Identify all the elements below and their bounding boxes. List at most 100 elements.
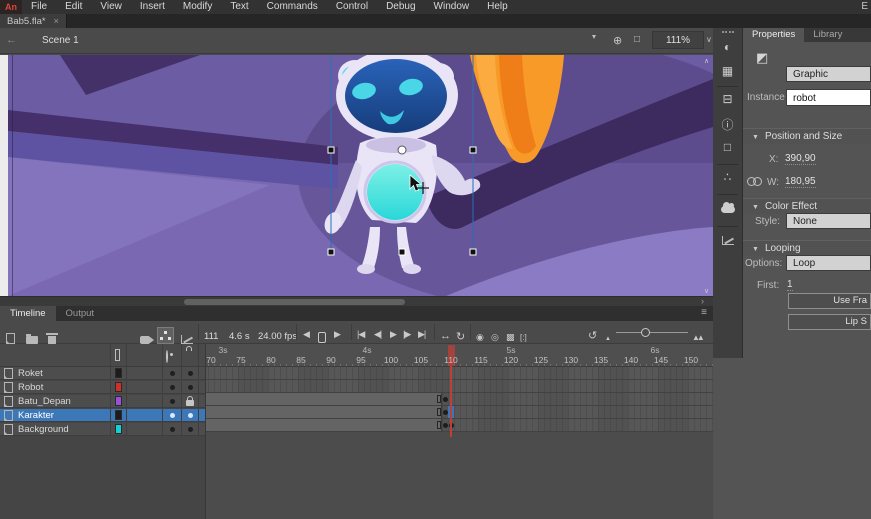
tab-properties[interactable]: Properties	[743, 28, 804, 42]
span-end-marker[interactable]	[437, 395, 441, 403]
menu-text[interactable]: Text	[221, 0, 257, 14]
stage-horizontal-scrollbar[interactable]: ›	[0, 296, 713, 306]
step-back-button[interactable]: ◀	[303, 323, 309, 345]
zoom-dropdown-caret-icon[interactable]: ∨	[706, 35, 712, 44]
menu-debug[interactable]: Debug	[377, 0, 424, 14]
symbol-type-dropdown[interactable]: Graphic	[786, 66, 871, 82]
play-button[interactable]: ▶	[390, 323, 396, 345]
tab-output[interactable]: Output	[56, 306, 105, 321]
stage-zoom-level[interactable]: 111%	[652, 31, 704, 49]
layer-visibility-toggle[interactable]	[170, 427, 175, 432]
playhead-line[interactable]	[450, 366, 452, 437]
layer-row-robot[interactable]: Robot	[0, 381, 205, 394]
layer-visibility-toggle[interactable]	[170, 413, 175, 418]
stage-pasteboard[interactable]: ∧ ∨	[0, 55, 713, 296]
frame-track-robot[interactable]	[206, 380, 713, 393]
lip-syncing-button[interactable]: Lip S	[788, 314, 871, 330]
frame-view-slider-track[interactable]	[616, 332, 688, 333]
info-panel-icon[interactable]: ⓘ	[713, 116, 742, 133]
center-stage-icon[interactable]: ⊕	[613, 34, 622, 47]
scrollbar-thumb[interactable]	[184, 299, 405, 305]
next-frame-button[interactable]: |▶	[403, 323, 410, 345]
section-color-effect[interactable]: ▼Color Effect	[743, 198, 871, 214]
back-arrow-icon[interactable]: ←	[6, 34, 17, 46]
frame-span[interactable]	[206, 406, 442, 418]
panel-menu-icon[interactable]: ≡	[701, 307, 707, 318]
color-panel-icon[interactable]: ◐	[713, 40, 742, 54]
dock-grip-icon[interactable]	[722, 31, 734, 34]
frame-span[interactable]	[206, 419, 442, 431]
layer-visibility-toggle[interactable]	[170, 371, 175, 376]
cc-libraries-panel-icon[interactable]	[713, 202, 742, 216]
swatches-panel-icon[interactable]: ▦	[713, 64, 742, 78]
frame-span[interactable]	[206, 393, 442, 405]
menu-view[interactable]: View	[91, 0, 131, 14]
step-forward-button[interactable]: ▶	[334, 323, 340, 345]
frames-area[interactable]: 3s4s5s6s70758085909510010511011512012513…	[205, 344, 713, 519]
frame-track-background[interactable]	[206, 419, 713, 432]
layer-lock-toggle[interactable]	[188, 413, 193, 418]
layer-lock-toggle[interactable]	[188, 385, 193, 390]
frame-tracks[interactable]	[206, 367, 713, 432]
layer-outline-color-swatch[interactable]	[115, 396, 122, 406]
layer-outline-color-swatch[interactable]	[115, 424, 122, 434]
instance-name-field[interactable]: robot	[786, 89, 871, 106]
keyframe-dot[interactable]	[443, 397, 448, 402]
motion-editor-panel-icon[interactable]	[713, 234, 742, 248]
layer-row-batu_depan[interactable]: Batu_Depan	[0, 395, 205, 408]
layer-lock-toggle[interactable]	[188, 371, 193, 376]
menu-edit[interactable]: Edit	[56, 0, 91, 14]
layer-outline-color-swatch[interactable]	[115, 368, 122, 378]
show-hide-all-layers-icon[interactable]	[166, 351, 168, 362]
menu-insert[interactable]: Insert	[131, 0, 174, 14]
section-looping[interactable]: ▼Looping	[743, 240, 871, 256]
menu-window[interactable]: Window	[425, 0, 479, 14]
tab-library[interactable]: Library	[804, 28, 851, 42]
frame-view-slider-handle[interactable]	[641, 328, 650, 337]
stage-scroll-down-icon[interactable]: ∨	[704, 287, 709, 295]
layer-row-background[interactable]: Background	[0, 423, 205, 436]
transform-point-handle[interactable]	[398, 146, 406, 154]
transform-panel-icon[interactable]: □	[713, 140, 742, 154]
link-width-height-icon[interactable]	[747, 177, 761, 185]
layer-row-roket[interactable]: Roket	[0, 367, 205, 380]
frame-track-karakter[interactable]	[206, 406, 713, 419]
layer-lock-toggle[interactable]	[188, 427, 193, 432]
layer-visibility-toggle[interactable]	[170, 399, 175, 404]
clip-content-icon[interactable]: □	[634, 34, 640, 45]
menu-commands[interactable]: Commands	[258, 0, 327, 14]
layer-outline-color-swatch[interactable]	[115, 382, 122, 392]
frame-track-batu_depan[interactable]	[206, 393, 713, 406]
brush-library-panel-icon[interactable]: ∴	[713, 170, 742, 184]
keyframe-dot[interactable]	[443, 410, 448, 415]
section-position-and-size[interactable]: ▼Position and Size	[743, 128, 871, 144]
previous-frame-button[interactable]: ◀|	[374, 323, 381, 345]
go-to-last-frame-button[interactable]: ▶|	[418, 323, 425, 345]
loop-options-dropdown[interactable]: Loop	[786, 255, 871, 271]
stage-scroll-up-icon[interactable]: ∧	[704, 57, 709, 65]
menu-help[interactable]: Help	[478, 0, 517, 14]
use-frame-picker-button[interactable]: Use Fra	[788, 293, 871, 309]
menu-modify[interactable]: Modify	[174, 0, 221, 14]
tab-timeline[interactable]: Timeline	[0, 306, 56, 321]
workspace-switcher-button[interactable]: E	[861, 0, 868, 14]
go-to-first-frame-button[interactable]: |◀	[357, 323, 364, 345]
span-end-marker[interactable]	[437, 421, 441, 429]
span-end-marker[interactable]	[437, 408, 441, 416]
layer-row-karakter[interactable]: Karakter	[0, 409, 205, 422]
menu-file[interactable]: File	[22, 0, 56, 14]
stage-canvas[interactable]	[8, 55, 713, 296]
frame-track-roket[interactable]	[206, 367, 713, 380]
outline-color-column-icon[interactable]	[115, 349, 120, 361]
scroll-right-icon[interactable]: ›	[701, 296, 704, 306]
layer-lock-toggle[interactable]	[186, 400, 194, 406]
first-frame-value[interactable]: 1	[787, 279, 793, 291]
w-value[interactable]: 180,95	[785, 176, 816, 188]
layer-outline-color-swatch[interactable]	[115, 410, 122, 420]
menu-control[interactable]: Control	[327, 0, 377, 14]
x-value[interactable]: 390,90	[785, 153, 816, 165]
layer-visibility-toggle[interactable]	[170, 385, 175, 390]
document-tab[interactable]: Bab5.fla* ×	[0, 14, 67, 28]
timeline-ruler[interactable]: 3s4s5s6s70758085909510010511011512012513…	[206, 344, 713, 367]
show-parenting-view-button[interactable]	[157, 324, 174, 346]
